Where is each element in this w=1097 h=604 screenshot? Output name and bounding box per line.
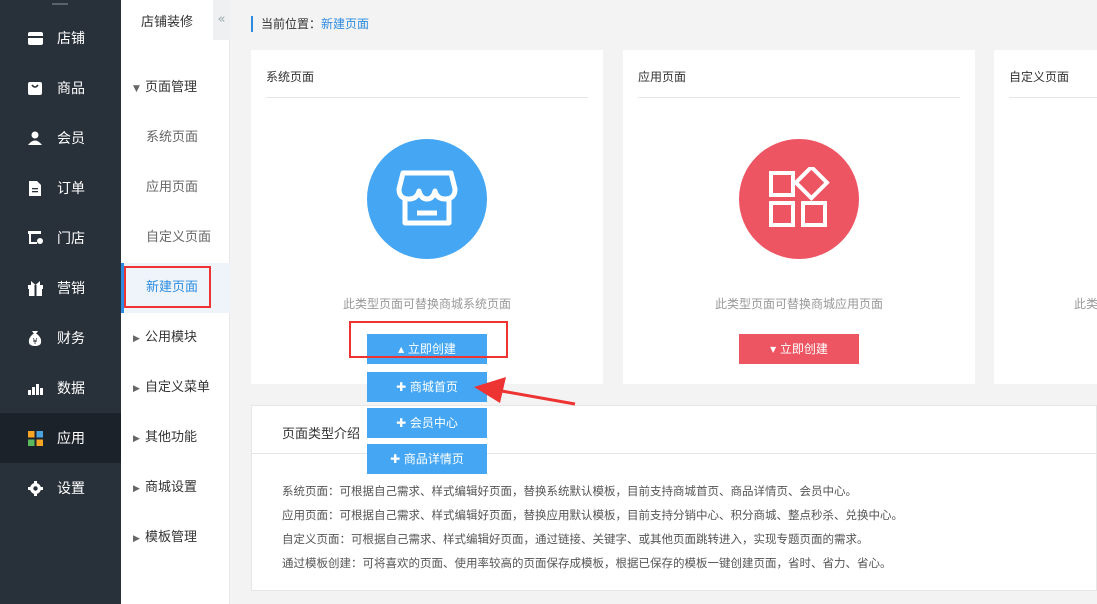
sub-group-template-mgmt[interactable]: ▶ 模板管理 [121, 513, 230, 563]
nav-label: 会员 [57, 131, 85, 147]
card-title: 系统页面 [266, 70, 315, 84]
sub-group-label: 自定义菜单 [145, 380, 211, 395]
nav-item-data[interactable]: 数据 [0, 363, 121, 413]
card-custom-page: 自定义页面 此类 [994, 50, 1097, 384]
bag-icon [27, 80, 43, 96]
sub-group-custom-menu[interactable]: ▶ 自定义菜单 [121, 363, 230, 413]
bar-chart-icon [27, 380, 43, 396]
sub-group-label: 商城设置 [145, 480, 198, 495]
money-bag-icon: ¥ [27, 330, 43, 346]
breadcrumb-prefix: 当前位置： [261, 17, 322, 31]
nav-item-order[interactable]: 订单 [0, 163, 121, 213]
card-divider [638, 97, 960, 98]
sub-group-public-module[interactable]: ▶ 公用模块 [121, 313, 230, 363]
highlight-box-create [349, 321, 508, 358]
main-content: 当前位置：新建页面 系统页面 此类型页面可替换商城系统页面 ▴ 立即创建 应用页… [231, 0, 1097, 604]
sub-item-app-page[interactable]: 应用页面 [121, 163, 230, 213]
store-icon [27, 30, 43, 46]
main-nav: 店铺 商品 会员 订单 门店 营销 ¥ 财务 数据 应用 设置 [0, 0, 121, 604]
caret-right-icon: ▶ [133, 484, 140, 494]
caret-right-icon: ▶ [133, 434, 140, 444]
nav-label: 订单 [57, 181, 85, 197]
breadcrumb: 当前位置：新建页面 [251, 16, 369, 32]
nav-label: 应用 [57, 431, 85, 447]
sub-group-label: 其他功能 [145, 430, 198, 445]
highlight-box-new-page [124, 266, 211, 308]
shop-icon [27, 230, 43, 246]
card-description: 此类 [1074, 297, 1097, 311]
dropdown-option-member-center[interactable]: ✚ 会员中心 [367, 408, 487, 438]
nav-divider [52, 3, 68, 5]
nav-item-finance[interactable]: ¥ 财务 [0, 313, 121, 363]
intro-line: 应用页面：可根据自己需求、样式编辑好页面，替换应用默认模板，目前支持分销中心、积… [282, 508, 903, 522]
caret-right-icon: ▶ [133, 534, 140, 544]
card-divider [266, 97, 588, 98]
card-app-page: 应用页面 此类型页面可替换商城应用页面 ▾ 立即创建 [623, 50, 975, 384]
nav-label: 营销 [57, 281, 85, 297]
nav-item-marketing[interactable]: 营销 [0, 263, 121, 313]
nav-label: 门店 [57, 231, 85, 247]
sub-group-mall-settings[interactable]: ▶ 商城设置 [121, 463, 230, 513]
sub-sidebar-title: 店铺装修 [140, 15, 193, 30]
card-title: 应用页面 [638, 70, 687, 84]
dropdown-option-goods-detail[interactable]: ✚ 商品详情页 [367, 444, 487, 474]
intro-line: 通过模板创建：可将喜欢的页面、使用率较高的页面保存成模板，根据已保存的模板一键创… [282, 556, 892, 570]
intro-title: 页面类型介绍 [282, 427, 361, 442]
intro-line: 系统页面：可根据自己需求、样式编辑好页面，替换系统默认模板，目前支持商城首页、商… [282, 484, 857, 498]
nav-label: 数据 [57, 381, 85, 397]
store-front-icon [367, 139, 487, 259]
gear-icon [27, 480, 43, 496]
nav-item-member[interactable]: 会员 [0, 113, 121, 163]
nav-label: 设置 [57, 481, 85, 497]
sub-group-label: 页面管理 [145, 80, 198, 95]
card-divider [1009, 97, 1097, 98]
sub-group-page-mgmt[interactable]: ▼ 页面管理 [121, 63, 230, 113]
intro-line: 自定义页面：可根据自己需求、样式编辑好页面，通过链接、关键字、或其他页面跳转进入… [282, 532, 869, 546]
card-description: 此类型页面可替换商城应用页面 [714, 297, 883, 311]
sub-item-custom-page[interactable]: 自定义页面 [121, 213, 230, 263]
caret-right-icon: ▶ [133, 334, 140, 344]
caret-down-icon: ▼ [133, 84, 140, 94]
sub-item-system-page[interactable]: 系统页面 [121, 113, 230, 163]
nav-top [0, 0, 121, 12]
order-icon [27, 180, 43, 196]
nav-label: 财务 [57, 331, 85, 347]
nav-label: 店铺 [57, 31, 85, 47]
nav-item-shop[interactable]: 门店 [0, 213, 121, 263]
card-description: 此类型页面可替换商城系统页面 [342, 297, 511, 311]
caret-right-icon: ▶ [133, 384, 140, 394]
apps-icon [27, 430, 43, 446]
nav-item-goods[interactable]: 商品 [0, 63, 121, 113]
sub-group-other[interactable]: ▶ 其他功能 [121, 413, 230, 463]
card-title: 自定义页面 [1009, 70, 1070, 84]
user-icon [27, 130, 43, 146]
apps-grid-icon [739, 139, 859, 259]
collapse-icon[interactable]: « [213, 0, 230, 40]
dropdown-option-mall-home[interactable]: ✚ 商城首页 [367, 372, 487, 402]
gift-icon [27, 280, 43, 296]
create-now-button[interactable]: ▾ 立即创建 [739, 334, 859, 364]
nav-item-apps[interactable]: 应用 [0, 413, 121, 463]
sub-group-label: 模板管理 [145, 530, 198, 545]
svg-text:¥: ¥ [32, 337, 37, 346]
nav-label: 商品 [57, 81, 85, 97]
breadcrumb-current[interactable]: 新建页面 [321, 17, 369, 31]
sub-group-label: 公用模块 [145, 330, 198, 345]
nav-item-store[interactable]: 店铺 [0, 13, 121, 63]
nav-item-settings[interactable]: 设置 [0, 463, 121, 513]
